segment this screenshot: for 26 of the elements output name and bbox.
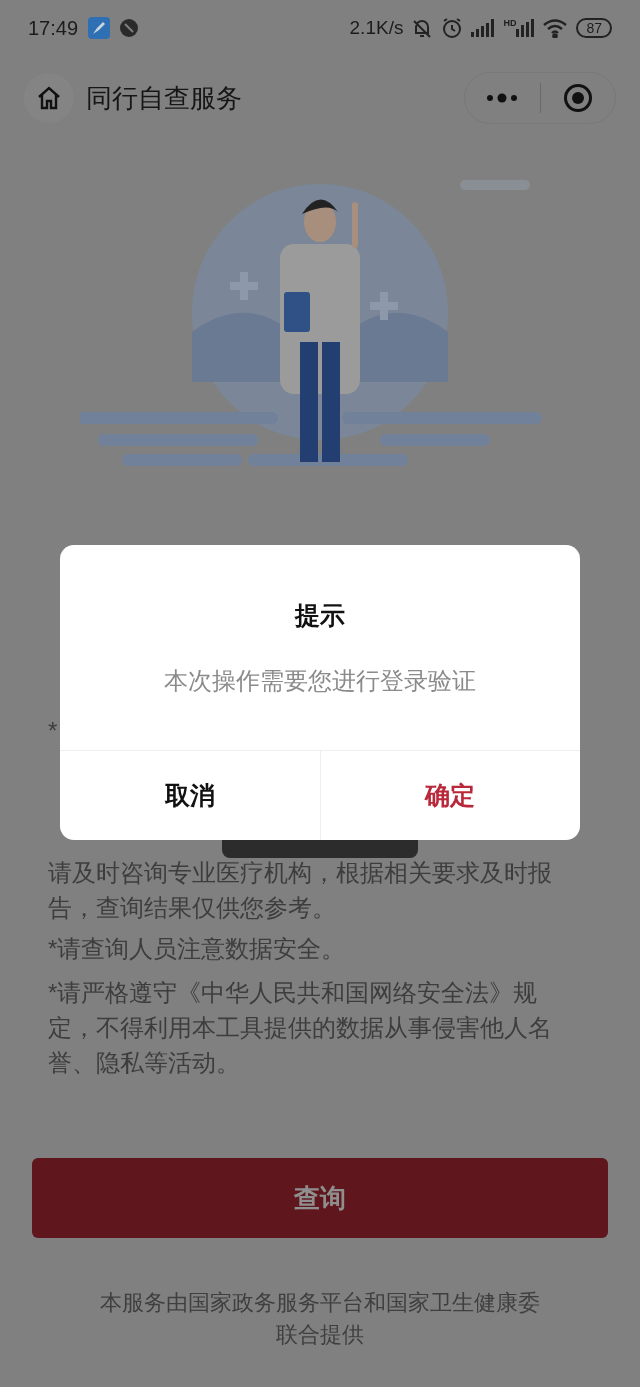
confirm-button[interactable]: 确定 — [319, 751, 580, 840]
target-icon — [562, 83, 593, 113]
battery-indicator: 87 — [576, 18, 612, 38]
cancel-button[interactable]: 取消 — [60, 751, 320, 840]
home-icon — [36, 85, 62, 111]
network-speed: 2.1K/s — [349, 15, 404, 40]
wifi-icon — [542, 18, 569, 38]
page-title: 同行自查服务 — [86, 81, 242, 115]
dialog-message: 本次操作需要您进行登录验证 — [164, 665, 476, 696]
notice-text: 请及时咨询专业医疗机构，根据相关要求及时报 — [48, 858, 552, 888]
notice-text: * — [48, 716, 58, 746]
more-icon — [486, 93, 519, 103]
footer-text: 本服务由国家政务服务平台和国家卫生健康委联合提供 — [99, 1289, 541, 1349]
notice-text: *请严格遵守《中华人民共和国网络安全法》规 — [48, 978, 538, 1008]
status-time: 17:49 — [28, 16, 79, 41]
signal-icon — [516, 19, 535, 37]
notice-text: *请查询人员注意数据安全。 — [48, 934, 346, 964]
notice-text: 定，不得利用本工具提供的数据从事侵害他人名 — [48, 1013, 552, 1043]
alarm-icon — [441, 17, 464, 39]
blocked-icon — [120, 19, 139, 37]
dialog-title: 提示 — [295, 600, 345, 631]
signal-icon — [471, 19, 496, 37]
hd-label: HD — [503, 19, 517, 28]
query-button: 查询 — [32, 1158, 608, 1238]
notice-text: 告，查询结果仅供您参考。 — [48, 893, 336, 923]
notice-text: 誉、隐私等活动。 — [48, 1048, 240, 1078]
